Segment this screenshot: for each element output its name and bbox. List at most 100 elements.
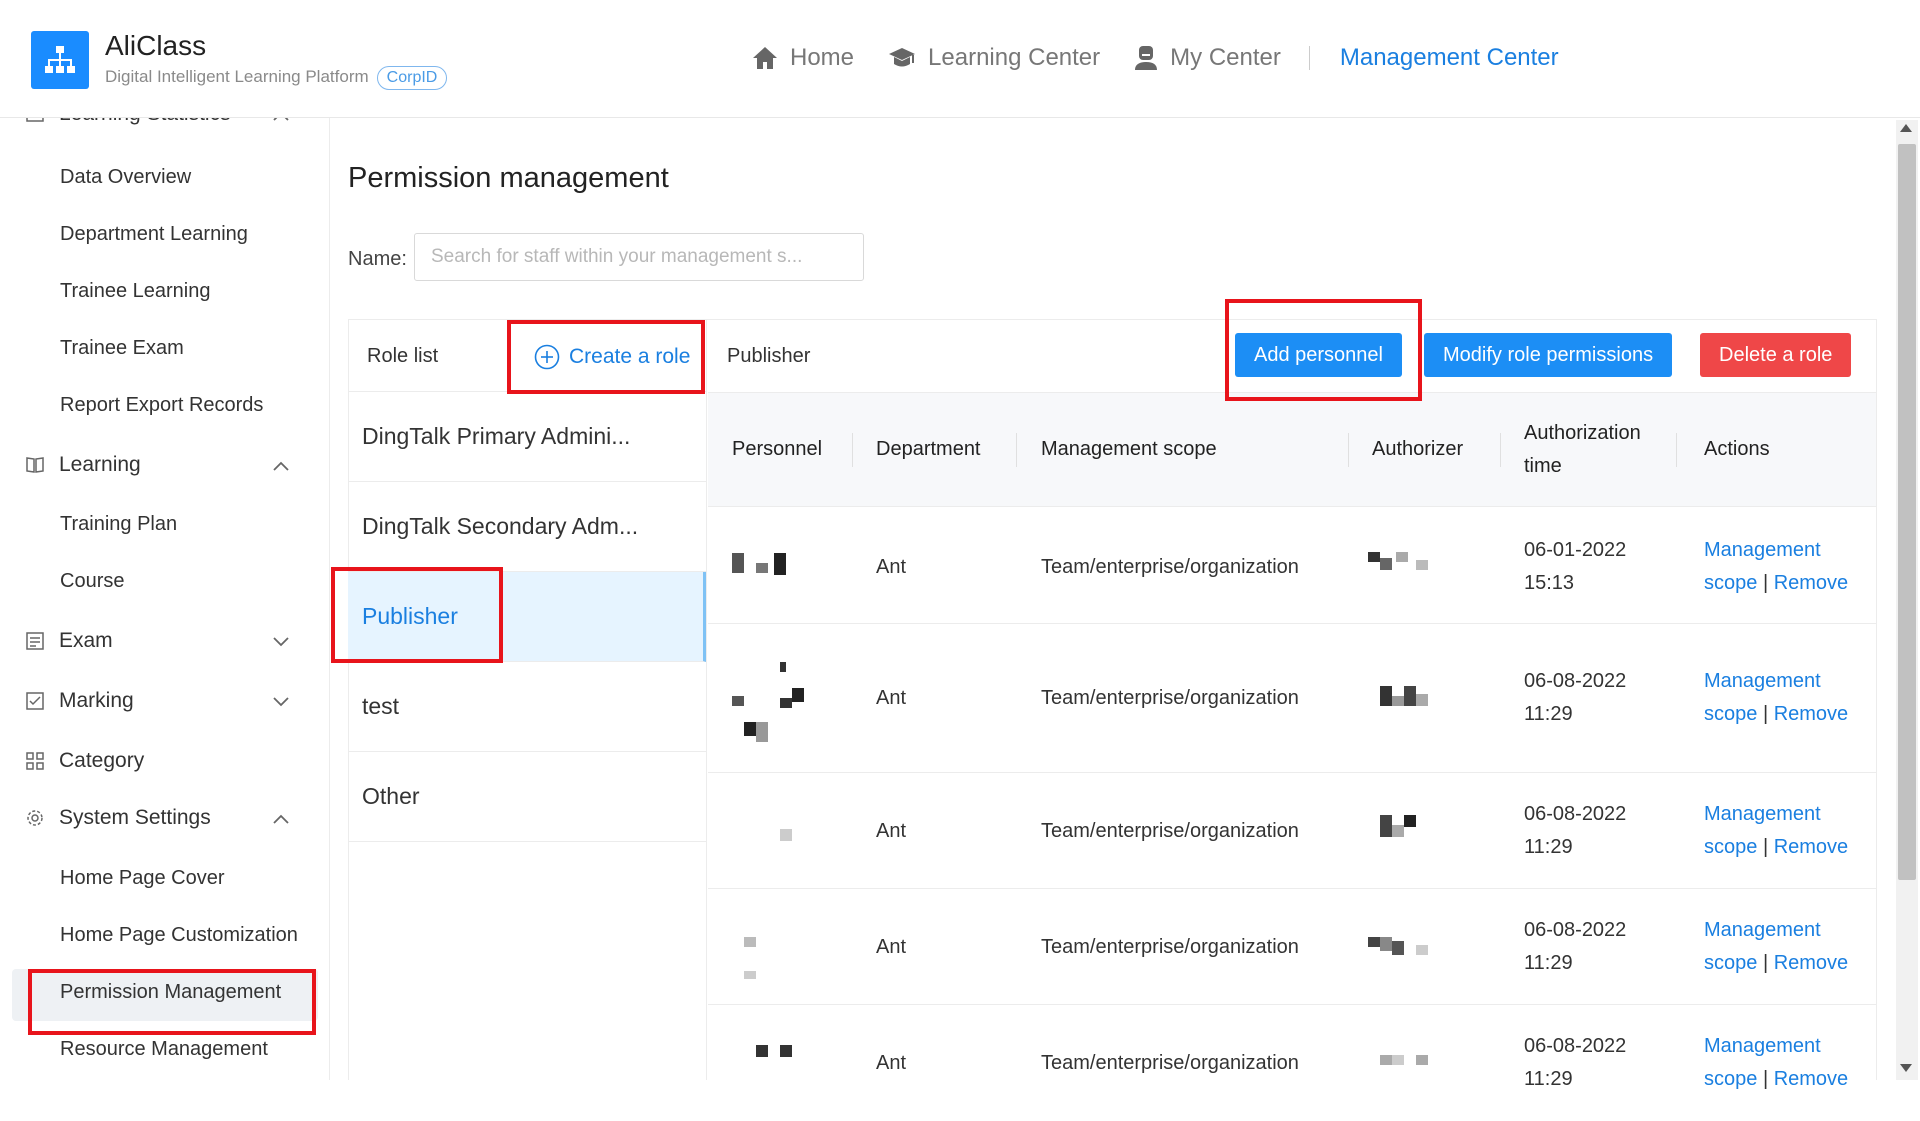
sidebar-group-learning-statistics[interactable]: Learning Statistics <box>25 118 231 126</box>
sidebar-item-trainee-learning[interactable]: Trainee Learning <box>60 280 210 303</box>
sidebar-group-label: System Settings <box>59 806 211 829</box>
remove-link[interactable]: Remove <box>1774 952 1848 974</box>
management-scope-link[interactable]: scope <box>1704 703 1757 725</box>
chevron-up-icon[interactable] <box>272 813 290 825</box>
remove-link[interactable]: Remove <box>1774 1068 1848 1090</box>
management-scope-link[interactable]: Management <box>1704 798 1821 831</box>
authorization-date-cell: 06-08-2022 <box>1524 1035 1627 1057</box>
role-list-header: Role list Create a role <box>348 319 707 392</box>
sidebar-item-report-export-records[interactable]: Report Export Records <box>60 394 263 417</box>
table-header: Personnel Department Management scope Au… <box>708 392 1876 507</box>
marking-icon <box>26 692 44 710</box>
sidebar-item-trainee-exam[interactable]: Trainee Exam <box>60 337 184 360</box>
management-scope-cell: Team/enterprise/organization <box>1041 687 1299 709</box>
management-scope-cell: Team/enterprise/organization <box>1041 1052 1299 1074</box>
sidebar-group-label: Learning Statistics <box>59 118 231 126</box>
sidebar-group-exam[interactable]: Exam <box>25 629 113 653</box>
column-divider <box>1676 433 1677 467</box>
chevron-down-icon[interactable] <box>272 696 290 708</box>
nav-my-center[interactable]: My Center <box>1134 44 1281 72</box>
management-scope-link[interactable]: scope <box>1704 572 1757 594</box>
scroll-down-arrow-icon[interactable] <box>1900 1064 1912 1072</box>
table-row[interactable]: Ant Team/enterprise/organization 06-01-2… <box>708 507 1876 624</box>
management-scope-link[interactable]: Management <box>1704 534 1821 567</box>
department-cell: Ant <box>876 687 907 709</box>
column-header-authorization-time: Authorization time <box>1524 417 1641 483</box>
column-divider <box>1348 433 1349 467</box>
table-row[interactable]: Ant Team/enterprise/organization 06-08-2… <box>708 773 1876 889</box>
sidebar-group-label: Learning <box>59 453 141 476</box>
sidebar-item-resource-management[interactable]: Resource Management <box>60 1038 268 1061</box>
sidebar-group-marking[interactable]: Marking <box>25 689 134 713</box>
authorization-date-cell: 06-08-2022 <box>1524 919 1627 941</box>
sidebar-item-data-overview[interactable]: Data Overview <box>60 166 191 189</box>
chevron-up-icon[interactable] <box>272 460 290 472</box>
column-header-personnel: Personnel <box>732 438 823 460</box>
management-scope-link[interactable]: Management <box>1704 1030 1821 1063</box>
role-item-publisher[interactable]: Publisher <box>348 572 706 662</box>
actions-line: scope | Remove <box>1704 947 1848 980</box>
sidebar-group-label: Exam <box>59 629 113 652</box>
management-scope-link[interactable]: scope <box>1704 952 1757 974</box>
sidebar-item-permission-management[interactable]: Permission Management <box>60 981 281 1004</box>
column-divider <box>852 433 853 467</box>
table-row[interactable]: Ant Team/enterprise/organization 06-08-2… <box>708 1005 1876 1121</box>
chevron-down-icon[interactable] <box>272 636 290 648</box>
selected-role-title: Publisher <box>727 345 811 367</box>
department-cell: Ant <box>876 936 907 958</box>
book-icon <box>26 457 44 473</box>
create-role-button[interactable]: Create a role <box>534 344 690 370</box>
add-personnel-button[interactable]: Add personnel <box>1235 333 1402 377</box>
remove-link[interactable]: Remove <box>1774 572 1848 594</box>
management-scope-link[interactable]: Management <box>1704 665 1821 698</box>
actions-line: scope | Remove <box>1704 567 1848 600</box>
management-scope-link[interactable]: scope <box>1704 836 1757 858</box>
management-scope-link[interactable]: Management <box>1704 914 1821 947</box>
nav-my-center-label: My Center <box>1170 44 1281 71</box>
nav-management-center[interactable]: Management Center <box>1340 44 1559 72</box>
action-separator: | <box>1762 1068 1769 1090</box>
sidebar-item-course[interactable]: Course <box>60 570 124 593</box>
remove-link[interactable]: Remove <box>1774 836 1848 858</box>
role-item-other[interactable]: Other <box>348 752 706 842</box>
plus-circle-icon <box>534 344 560 370</box>
management-scope-link[interactable]: scope <box>1704 1068 1757 1090</box>
create-role-label: Create a role <box>569 345 691 368</box>
table-row[interactable]: Ant Team/enterprise/organization 06-08-2… <box>708 624 1876 773</box>
scroll-up-arrow-icon[interactable] <box>1900 124 1912 132</box>
modify-role-permissions-button[interactable]: Modify role permissions <box>1424 333 1673 377</box>
action-separator: | <box>1762 703 1769 725</box>
sidebar-item-department-learning[interactable]: Department Learning <box>60 223 248 246</box>
sidebar-item-training-plan[interactable]: Training Plan <box>60 513 177 536</box>
page-scrollbar-thumb[interactable] <box>1898 144 1916 880</box>
authorization-time-cell: 15:13 <box>1524 572 1575 594</box>
remove-link[interactable]: Remove <box>1774 703 1848 725</box>
table-row[interactable]: Ant Team/enterprise/organization 06-08-2… <box>708 889 1876 1005</box>
chevron-up-icon[interactable] <box>272 118 290 122</box>
gear-icon <box>27 810 43 826</box>
role-item-dingtalk-secondary[interactable]: DingTalk Secondary Adm... <box>348 482 706 572</box>
graduation-cap-icon <box>889 48 916 67</box>
user-icon <box>1135 46 1158 70</box>
sidebar-item-home-page-customization[interactable]: Home Page Customization <box>60 924 298 947</box>
sidebar-group-category[interactable]: Category <box>25 749 144 773</box>
delete-role-button[interactable]: Delete a role <box>1700 333 1852 377</box>
grid-icon <box>26 752 44 770</box>
sidebar-group-learning[interactable]: Learning <box>25 453 141 477</box>
corp-badge: CorpID <box>376 66 448 90</box>
column-header-department: Department <box>876 438 981 460</box>
management-scope-cell: Team/enterprise/organization <box>1041 556 1299 578</box>
role-item-test[interactable]: test <box>348 662 706 752</box>
sidebar: Learning Statistics Data Overview Depart… <box>0 118 330 1080</box>
nav-home[interactable]: Home <box>752 44 854 72</box>
nav-learning-center[interactable]: Learning Center <box>888 44 1100 72</box>
name-search-input[interactable] <box>414 233 864 281</box>
authorization-date-cell: 06-08-2022 <box>1524 803 1627 825</box>
logo-icon[interactable] <box>31 31 89 89</box>
sidebar-group-system-settings[interactable]: System Settings <box>25 806 211 830</box>
action-separator: | <box>1762 836 1769 858</box>
department-cell: Ant <box>876 556 907 578</box>
sidebar-item-home-page-cover[interactable]: Home Page Cover <box>60 867 225 890</box>
role-item-dingtalk-primary[interactable]: DingTalk Primary Admini... <box>348 392 706 482</box>
column-header-actions: Actions <box>1704 438 1770 460</box>
